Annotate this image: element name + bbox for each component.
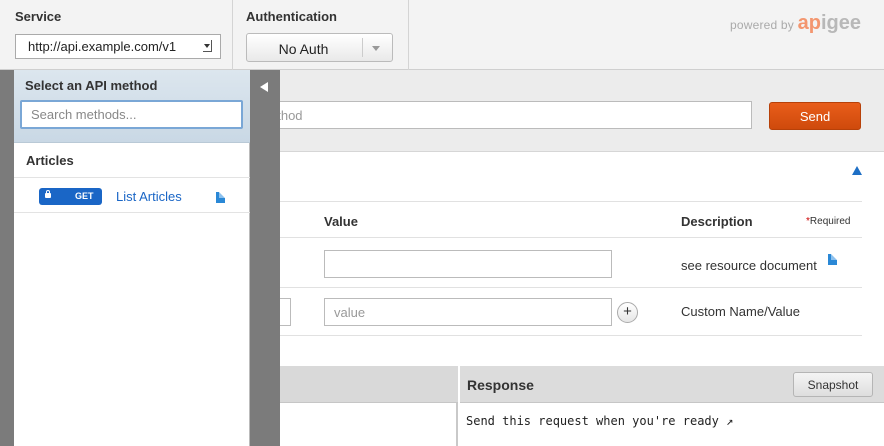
search-methods-input[interactable]: Search methods... bbox=[20, 100, 243, 129]
sidebar-title: Select an API method bbox=[25, 78, 158, 93]
overlay-strip bbox=[0, 70, 14, 446]
request-panel bbox=[250, 366, 458, 446]
sidebar-collapse-bar[interactable] bbox=[250, 70, 280, 446]
service-value: http://api.example.com/v1 bbox=[28, 39, 177, 54]
powered-by-text: powered by bbox=[729, 18, 794, 32]
chevron-down-icon bbox=[203, 40, 212, 52]
response-body: Send this request when you're ready ↗ bbox=[466, 414, 734, 428]
chevron-down-icon bbox=[372, 46, 380, 51]
sidebar-group-articles: Articles bbox=[26, 153, 74, 168]
brand-logo: apigee bbox=[797, 12, 861, 34]
param-description: Custom Name/Value bbox=[681, 304, 800, 319]
service-label: Service bbox=[15, 9, 62, 24]
method-link[interactable]: List Articles bbox=[116, 189, 182, 204]
auth-section: Authentication No Auth bbox=[233, 0, 409, 70]
description-column-header: Description bbox=[681, 214, 753, 229]
document-icon[interactable] bbox=[828, 254, 837, 265]
sidebar-header: Select an API method Search methods... bbox=[14, 70, 250, 143]
param-value-input[interactable] bbox=[324, 250, 612, 278]
collapse-up-icon[interactable] bbox=[852, 166, 862, 175]
powered-by-logo[interactable]: powered by apigee bbox=[730, 12, 861, 35]
collapse-left-icon[interactable] bbox=[260, 82, 268, 92]
required-note: *Required bbox=[806, 216, 851, 227]
snapshot-button[interactable]: Snapshot bbox=[793, 372, 873, 397]
value-column-header: Value bbox=[324, 214, 358, 229]
http-method-badge: GET bbox=[39, 188, 102, 205]
service-select[interactable]: http://api.example.com/v1 bbox=[15, 34, 221, 59]
method-input[interactable]: ethod bbox=[250, 101, 752, 129]
add-param-button[interactable]: + bbox=[617, 302, 638, 323]
lock-icon bbox=[45, 190, 51, 198]
service-section: Service http://api.example.com/v1 bbox=[0, 0, 233, 70]
request-panel-header bbox=[250, 366, 458, 403]
divider bbox=[362, 38, 363, 57]
auth-label: Authentication bbox=[246, 9, 337, 24]
custom-value-input[interactable]: value bbox=[324, 298, 612, 326]
response-header: Response Snapshot bbox=[460, 366, 884, 403]
top-bar: Service http://api.example.com/v1 Authen… bbox=[0, 0, 884, 70]
sidebar-item-list-articles[interactable]: GET List Articles bbox=[14, 178, 250, 213]
response-title: Response bbox=[467, 377, 534, 393]
auth-dropdown[interactable]: No Auth bbox=[246, 33, 393, 62]
param-description: see resource document bbox=[681, 258, 817, 273]
api-method-sidebar: Select an API method Search methods... A… bbox=[14, 70, 250, 446]
response-panel: Response Snapshot Send this request when… bbox=[460, 366, 884, 446]
send-button[interactable]: Send bbox=[769, 102, 861, 130]
auth-value: No Auth bbox=[278, 41, 329, 57]
document-icon[interactable] bbox=[216, 192, 225, 203]
